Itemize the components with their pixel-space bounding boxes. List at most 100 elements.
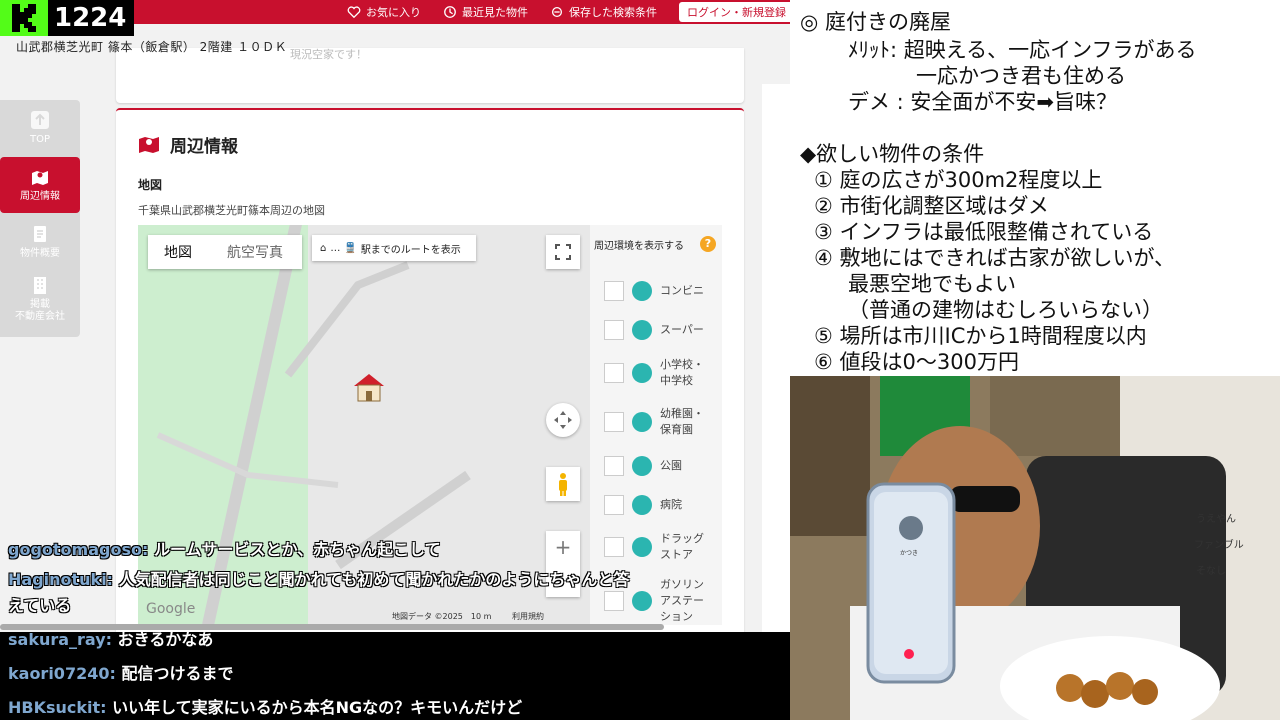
chat-text: えている [8,596,72,615]
sidenav-item-overview[interactable]: 物件概要 [0,214,80,270]
fullscreen-icon [555,244,571,260]
bookmark-search-icon [551,6,563,18]
pan-control-button[interactable] [546,403,580,437]
sidenav-label-overview: 物件概要 [20,248,60,259]
chat-message: HBKsuckit: いい年して実家にいるから本名NGなの？キモいんだけど [8,694,522,718]
facility-checkbox[interactable] [604,411,624,432]
google-logo: Google [146,601,196,617]
map-pin-icon [139,137,159,153]
facility-item-supermarket[interactable]: スーパー [604,320,704,340]
help-icon[interactable]: ? [700,236,716,252]
facility-item-hospital[interactable]: 病院 [604,495,682,515]
phone-caller-name: かつき [900,550,919,557]
saved-search-link[interactable]: 保存した検索条件 [550,4,657,20]
map-attribution: 地図データ ©2025 10 m 利用規約 [392,611,544,622]
recently-viewed-link[interactable]: 最近見た物件 [443,4,528,20]
arrow-up-icon [31,111,49,129]
facility-label: ガソリン アステー ション [660,578,704,623]
sticky-note: ファンブル [1194,540,1244,551]
comment-card [116,48,744,103]
document-icon [34,226,46,242]
pill-icon [632,536,652,557]
sticky-note: そなし [1196,566,1226,577]
chat-message: sakura_ray: おきるかなあ [8,626,213,650]
school-icon [632,362,652,383]
facility-checkbox[interactable] [604,590,624,611]
right-sidebar-strip [762,84,790,684]
street-view-button[interactable] [546,467,580,501]
chat-text: いい年して実家にいるから本名NGなの？キモいんだけど [112,698,523,717]
map-terms-link[interactable]: 利用規約 [512,612,544,621]
login-button[interactable]: ログイン・新規登録 [679,2,790,22]
chat-username: gogotomagoso: [8,540,149,559]
facility-checkbox[interactable] [604,495,624,515]
ellipsis-icon: … [330,242,341,254]
facility-item-drugstore[interactable]: ドラッグ ストア [604,531,704,563]
home-icon: ⌂ [320,242,327,254]
favorites-label: お気に入り [366,6,421,19]
shopping-cart-icon [632,320,652,340]
sidenav-item-agent[interactable]: 掲載 不動産会社 [0,271,80,327]
facility-label: ドラッグ ストア [660,532,704,561]
map-roads [156,225,471,625]
facility-checkbox[interactable] [604,362,624,383]
facility-item-school[interactable]: 小学校・ 中学校 [604,357,704,389]
chat-username: sakura_ray: [8,630,113,649]
chat-message: Haginotuki: 人気配信者は同じこと聞かれても初めて聞かれたかのようにち… [8,566,629,590]
facility-filter-panel: 周辺環境を表示する ? コンビニ スーパー 小学校・ 中学校 幼稚園・ 保育園 … [590,225,722,625]
route-button-label: 駅までのルートを表示 [360,244,461,256]
kindergarten-icon [632,411,652,432]
map-label: 地図 [138,178,163,192]
gas-pump-icon [632,590,652,611]
map-type-satellite[interactable]: 航空写真 [208,235,302,269]
chat-username: kaori07240: [8,664,116,683]
chat-message: gogotomagoso: ルームサービスとか、赤ちゃん起こして [8,536,441,560]
route-to-station-button[interactable]: ⌂ … 🚆 駅までのルートを表示 [312,235,476,261]
favorites-link[interactable]: お気に入り [347,4,421,20]
facility-label: 公園 [660,459,682,473]
train-icon: 🚆 [344,242,357,254]
chat-username: Haginotuki: [8,570,114,589]
map-type-map[interactable]: 地図 [148,235,208,269]
sidenav-item-surroundings[interactable]: 周辺情報 [0,157,80,213]
chat-text: ルームサービスとか、赤ちゃん起こして [153,540,441,559]
sidenav-label-agent: 掲載 不動産会社 [15,299,65,322]
fullscreen-button[interactable] [546,235,580,269]
facility-label: 病院 [660,498,682,512]
chat-username: HBKsuckit: [8,698,107,717]
viewer-count-badge: 1224 [0,0,134,36]
chat-message-continuation: えている [8,592,71,616]
recently-viewed-label: 最近見た物件 [462,6,528,19]
chat-message: kaori07240: 配信つけるまで [8,660,233,684]
webcam-feed: かつき うえやん ファンブル そなし [790,376,1280,720]
facility-item-kindergarten[interactable]: 幼稚園・ 保育園 [604,406,704,438]
side-navigation: TOP 周辺情報 物件概要 掲載 不動産会社 [0,100,80,337]
browser-window: お気に入り 最近見た物件 保存した検索条件 ログイン・新規登録 山武郡横芝光町 … [0,0,790,720]
login-label: ログイン・新規登録 [687,6,786,19]
convenience-store-icon [632,281,652,301]
facility-checkbox[interactable] [604,320,624,340]
map-pin-icon [32,171,48,185]
property-title: 山武郡横芝光町 篠本（飯倉駅） 2階建 １０ＤＫ [16,40,288,54]
note-line: ⑥ 値段は0～300万円 [814,350,1019,374]
facility-checkbox[interactable] [604,536,624,557]
facility-checkbox[interactable] [604,281,624,301]
chat-text: おきるかなあ [117,630,214,649]
building-icon [34,277,46,294]
note-line: ◎ 庭付きの廃屋 [800,10,951,34]
zoom-in-icon[interactable]: + [546,531,580,564]
sidenav-label-surroundings: 周辺情報 [20,191,60,202]
sidenav-label-top: TOP [29,134,50,145]
kick-logo-icon [0,0,48,36]
sticky-note: うえやん [1196,514,1236,525]
facility-item-park[interactable]: 公園 [604,456,682,476]
facility-label: 幼稚園・ 保育園 [660,407,704,436]
house-marker-icon[interactable] [350,370,388,404]
facility-item-convenience[interactable]: コンビニ [604,281,704,301]
facility-label: コンビニ [660,284,704,298]
google-map[interactable]: 地図 航空写真 ⌂ … 🚆 駅までのルートを表示 + − Google 地図デー… [138,225,590,625]
sidenav-item-top[interactable]: TOP [0,100,80,156]
map-subtitle: 千葉県山武郡横芝光町篠本周辺の地図 [138,204,325,217]
tree-icon [632,456,652,476]
facility-checkbox[interactable] [604,456,624,476]
